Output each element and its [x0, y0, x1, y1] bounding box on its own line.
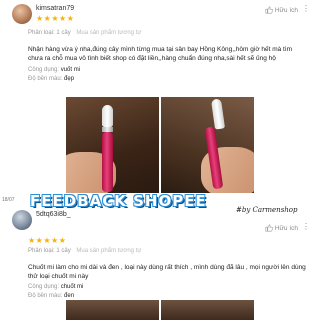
meta-label: Công dụng: [28, 67, 60, 73]
review-photo[interactable] [66, 300, 159, 320]
avatar[interactable] [12, 4, 32, 24]
review-photo[interactable] [66, 97, 159, 193]
meta-color: Độ bền màu: đẹp [28, 76, 314, 85]
variant-label: Phân loại: 1 cây [28, 30, 71, 36]
meta-value: đẹp [64, 76, 75, 82]
mascara-tube-image [102, 132, 113, 192]
variant-line: Phân loại: 1 cây Mua sản phẩm tương tự [28, 248, 314, 257]
review-photos [66, 97, 254, 193]
helpful-label: Hữu ích [274, 224, 298, 232]
helpful-button[interactable]: Hữu ích [265, 224, 298, 232]
meta-label: Độ bền màu: [28, 293, 63, 299]
review-text: Chuốt mi làm cho mi dài và đen , loại nà… [28, 264, 306, 280]
review-text: Nhận hàng vừa ý nha,đúng cây mình từng m… [28, 46, 293, 62]
meta-value: chuốt mi [60, 284, 84, 290]
review-card: kimsatran79 ★★★★★ Hữu ích ⋮ Phân loại: 1… [0, 0, 320, 193]
meta-label: Độ bền màu: [28, 76, 63, 82]
more-options-icon[interactable]: ⋮ [302, 5, 310, 13]
thumbs-up-icon [265, 6, 273, 14]
meta-value: vuốt mi [60, 67, 81, 73]
review-photo[interactable] [161, 300, 254, 320]
star-rating: ★★★★★ [28, 236, 67, 245]
review-header: kimsatran79 ★★★★★ Hữu ích ⋮ [6, 0, 314, 30]
meta-usage: Công dụng: vuốt mi [28, 67, 314, 76]
thumbs-up-icon [265, 224, 273, 232]
review-photo[interactable] [161, 97, 254, 193]
mascara-cap-image [102, 105, 113, 127]
username[interactable]: 5dtq63i8b_ [36, 211, 71, 218]
meta-label: Công dụng: [28, 284, 60, 290]
star-rating: ★★★★★ [36, 14, 75, 23]
similar-product-link[interactable]: Mua sản phẩm tương tự [76, 248, 141, 254]
variant-line: Phân loại: 1 cây Mua sản phẩm tương tự [28, 30, 314, 39]
meta-value: đen [64, 293, 75, 299]
avatar[interactable] [12, 210, 32, 230]
more-options-icon[interactable]: ⋮ [302, 223, 310, 231]
review-header: 5dtq63i8b_ ★★★★★ Hữu ích ⋮ [6, 206, 314, 245]
variant-label: Phân loại: 1 cây [28, 248, 71, 254]
meta-usage: Công dụng: chuốt mi [28, 284, 314, 293]
similar-product-link[interactable]: Mua sản phẩm tương tự [76, 30, 141, 36]
helpful-button[interactable]: Hữu ích [265, 6, 298, 14]
username[interactable]: kimsatran79 [36, 5, 74, 12]
mascara-cap-image [210, 98, 226, 130]
helpful-label: Hữu ích [274, 6, 298, 14]
review-photos [66, 300, 254, 320]
